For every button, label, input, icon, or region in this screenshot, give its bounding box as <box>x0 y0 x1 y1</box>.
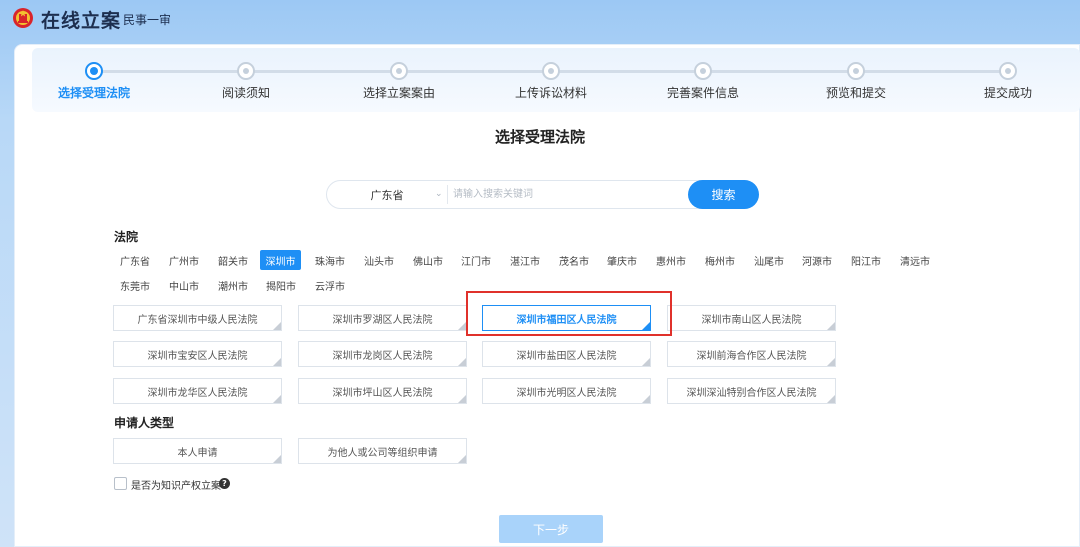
city-item[interactable]: 云浮市 <box>309 275 351 295</box>
app-subtitle: 民事一审 <box>123 13 172 27</box>
court-option[interactable]: 广东省深圳市中级人民法院 <box>113 305 282 331</box>
city-item[interactable]: 梅州市 <box>699 250 741 270</box>
court-option[interactable]: 深圳市坪山区人民法院 <box>298 378 467 404</box>
courts-label: 法院 <box>114 230 139 244</box>
province-select-value: 广东省 <box>370 188 404 202</box>
steps-bar <box>32 48 1080 112</box>
court-option[interactable]: 深圳深汕特别合作区人民法院 <box>667 378 836 404</box>
next-step-button[interactable]: 下一步 <box>499 515 603 543</box>
search-input[interactable] <box>453 184 683 205</box>
step-dot-1 <box>85 62 103 80</box>
step-dot-2 <box>237 62 255 80</box>
province-select[interactable]: 广东省 <box>327 181 447 208</box>
top-bar: 在线立案 民事一审 <box>0 0 1080 38</box>
chevron-down-icon[interactable]: ⌄ <box>435 189 443 199</box>
city-item[interactable]: 东莞市 <box>114 275 156 295</box>
court-option[interactable]: 深圳市宝安区人民法院 <box>113 341 282 367</box>
step-label-2: 阅读须知 <box>221 86 271 100</box>
city-item[interactable]: 广东省 <box>114 250 156 270</box>
search-divider <box>447 185 448 204</box>
applicant-option-self[interactable]: 本人申请 <box>113 438 282 464</box>
court-option[interactable]: 深圳市盐田区人民法院 <box>482 341 651 367</box>
step-label-1: 选择受理法院 <box>57 86 131 100</box>
search-button[interactable]: 搜索 <box>688 180 759 209</box>
city-item[interactable]: 江门市 <box>455 250 497 270</box>
city-item-selected[interactable]: 深圳市 <box>260 250 301 270</box>
step-label-6: 预览和提交 <box>825 86 887 100</box>
city-item[interactable]: 清远市 <box>894 250 936 270</box>
city-item[interactable]: 中山市 <box>163 275 205 295</box>
city-item[interactable]: 广州市 <box>163 250 205 270</box>
step-dot-5 <box>694 62 712 80</box>
court-option[interactable]: 深圳市光明区人民法院 <box>482 378 651 404</box>
court-emblem-icon <box>13 8 33 28</box>
court-option[interactable]: 深圳市龙岗区人民法院 <box>298 341 467 367</box>
city-item[interactable]: 揭阳市 <box>260 275 302 295</box>
app-title: 在线立案 <box>41 10 122 32</box>
city-item[interactable]: 汕头市 <box>358 250 400 270</box>
step-dot-6 <box>847 62 865 80</box>
step-dot-7 <box>999 62 1017 80</box>
city-item[interactable]: 汕尾市 <box>748 250 790 270</box>
step-label-4: 上传诉讼材料 <box>514 86 588 100</box>
step-label-7: 提交成功 <box>983 86 1033 100</box>
city-item[interactable]: 湛江市 <box>504 250 546 270</box>
court-option[interactable]: 深圳市龙华区人民法院 <box>113 378 282 404</box>
court-option[interactable]: 深圳市罗湖区人民法院 <box>298 305 467 331</box>
city-item[interactable]: 阳江市 <box>845 250 887 270</box>
city-item[interactable]: 肇庆市 <box>601 250 643 270</box>
city-item[interactable]: 韶关市 <box>212 250 254 270</box>
page-title: 选择受理法院 <box>494 128 585 146</box>
help-icon[interactable]: ? <box>219 478 230 489</box>
step-label-5: 完善案件信息 <box>666 86 740 100</box>
annotation-highlight-box <box>466 291 672 336</box>
city-item[interactable]: 惠州市 <box>650 250 692 270</box>
city-item[interactable]: 佛山市 <box>407 250 449 270</box>
ip-case-label: 是否为知识产权立案 <box>131 481 221 492</box>
city-item[interactable]: 茂名市 <box>553 250 595 270</box>
ip-case-checkbox[interactable] <box>114 477 127 490</box>
step-dot-3 <box>390 62 408 80</box>
city-item[interactable]: 珠海市 <box>309 250 351 270</box>
applicant-type-label: 申请人类型 <box>114 416 175 430</box>
city-item[interactable]: 河源市 <box>796 250 838 270</box>
court-option[interactable]: 深圳前海合作区人民法院 <box>667 341 836 367</box>
applicant-option-others[interactable]: 为他人或公司等组织申请 <box>298 438 467 464</box>
city-item[interactable]: 潮州市 <box>212 275 254 295</box>
court-option[interactable]: 深圳市南山区人民法院 <box>667 305 836 331</box>
step-label-3: 选择立案案由 <box>362 86 436 100</box>
step-dot-4 <box>542 62 560 80</box>
